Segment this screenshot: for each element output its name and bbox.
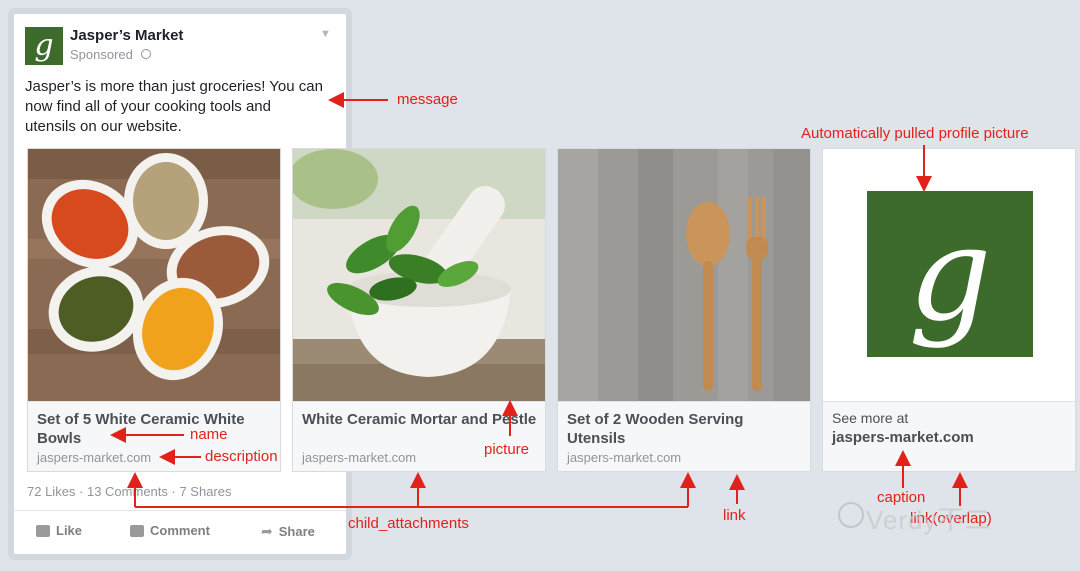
annotation-name: name bbox=[190, 426, 228, 443]
annotation-link: link bbox=[723, 507, 746, 524]
wechat-icon bbox=[838, 502, 864, 528]
annotation-picture: picture bbox=[484, 441, 530, 458]
annotation-profile-picture: Automatically pulled profile picture bbox=[801, 125, 1029, 142]
annotation-message: message bbox=[397, 91, 458, 108]
watermark: Verdy不二 bbox=[866, 505, 992, 535]
annotation-arrows bbox=[110, 92, 968, 508]
annotation-description: description bbox=[205, 448, 278, 465]
annotation-child-attachments: child_attachments bbox=[348, 515, 469, 532]
